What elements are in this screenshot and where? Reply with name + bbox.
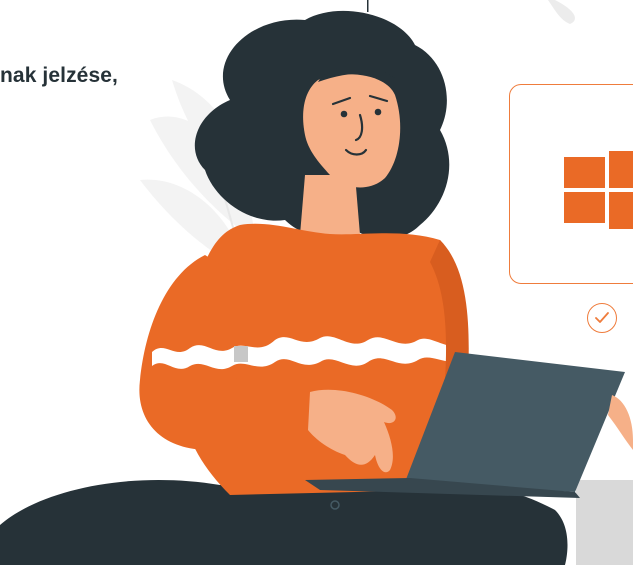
vertical-divider-line bbox=[367, 0, 369, 12]
background-block bbox=[576, 480, 633, 565]
windows-card[interactable] bbox=[509, 84, 633, 284]
right-eye bbox=[374, 108, 382, 116]
banner-text: nak jelzése, bbox=[0, 64, 118, 87]
left-eye bbox=[340, 110, 348, 118]
windows-logo-icon bbox=[564, 151, 633, 229]
check-circle-icon[interactable] bbox=[587, 303, 617, 333]
right-hand bbox=[608, 395, 633, 450]
stripe-shadow bbox=[234, 346, 248, 362]
decorative-swoosh bbox=[548, 0, 575, 24]
